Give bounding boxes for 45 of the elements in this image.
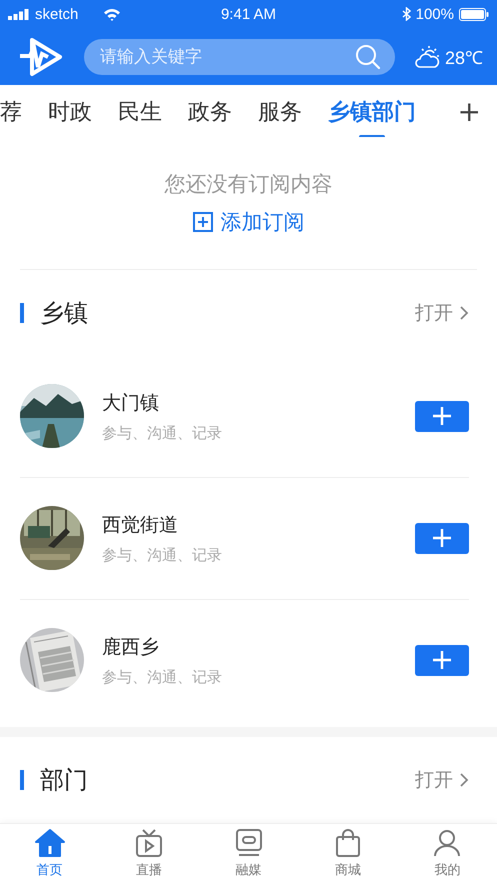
subscribe-button[interactable]	[415, 400, 469, 432]
item-description: 参与、沟通、记录	[102, 424, 223, 443]
home-icon	[34, 828, 66, 858]
plus-icon	[432, 528, 452, 548]
search-icon[interactable]	[354, 44, 381, 70]
nav-tab[interactable]: 直播	[99, 824, 199, 883]
open-link[interactable]: 打开	[415, 300, 469, 326]
battery-percent: 100%	[416, 6, 454, 22]
temperature: 28℃	[444, 46, 483, 68]
section-title: 乡镇	[40, 298, 89, 329]
category-tab[interactable]: 时政	[48, 86, 92, 137]
subscribe-button[interactable]	[415, 644, 469, 676]
item-description: 参与、沟通、记录	[102, 668, 223, 687]
item-name: 西觉街道	[102, 512, 179, 538]
empty-message: 您还没有订阅内容	[164, 171, 332, 198]
wifi-icon	[103, 8, 122, 20]
open-link[interactable]: 打开	[415, 767, 469, 794]
sun-cloud-icon	[414, 44, 441, 68]
nav-tab[interactable]: 商城	[298, 824, 398, 883]
nav-tab[interactable]: 首页	[0, 824, 100, 883]
chevron-icon	[459, 772, 469, 788]
nav-tab[interactable]: 我的	[398, 824, 497, 883]
item-name: 大门镇	[102, 390, 160, 416]
category-tab[interactable]: 荐	[0, 86, 22, 137]
bluetooth-icon	[402, 7, 411, 21]
battery-icon	[458, 8, 489, 20]
category-tab[interactable]: 民生	[118, 86, 162, 137]
category-tab[interactable]: 乡镇部门	[328, 86, 416, 137]
logo-icon	[18, 36, 64, 76]
add-tab-button[interactable]: +	[438, 95, 497, 128]
chevron-icon	[459, 304, 469, 321]
status-time: 9:41 AM	[220, 6, 276, 22]
item-name: 鹿西乡	[102, 634, 160, 660]
carrier-name: sketch	[35, 6, 78, 22]
add-box-icon	[192, 212, 212, 232]
section-title: 部门	[40, 765, 89, 796]
plus-icon	[432, 650, 452, 670]
category-tab[interactable]: 政务	[188, 86, 232, 137]
category-tab[interactable]: 服务	[258, 86, 302, 137]
signal-icon	[8, 8, 30, 20]
item-description: 参与、沟通、记录	[102, 546, 223, 565]
subscribe-button[interactable]	[415, 522, 469, 554]
add-subscription-link[interactable]: 添加订阅	[192, 208, 304, 236]
plus-icon	[432, 406, 452, 426]
nav-tab[interactable]: 融媒	[198, 824, 298, 883]
